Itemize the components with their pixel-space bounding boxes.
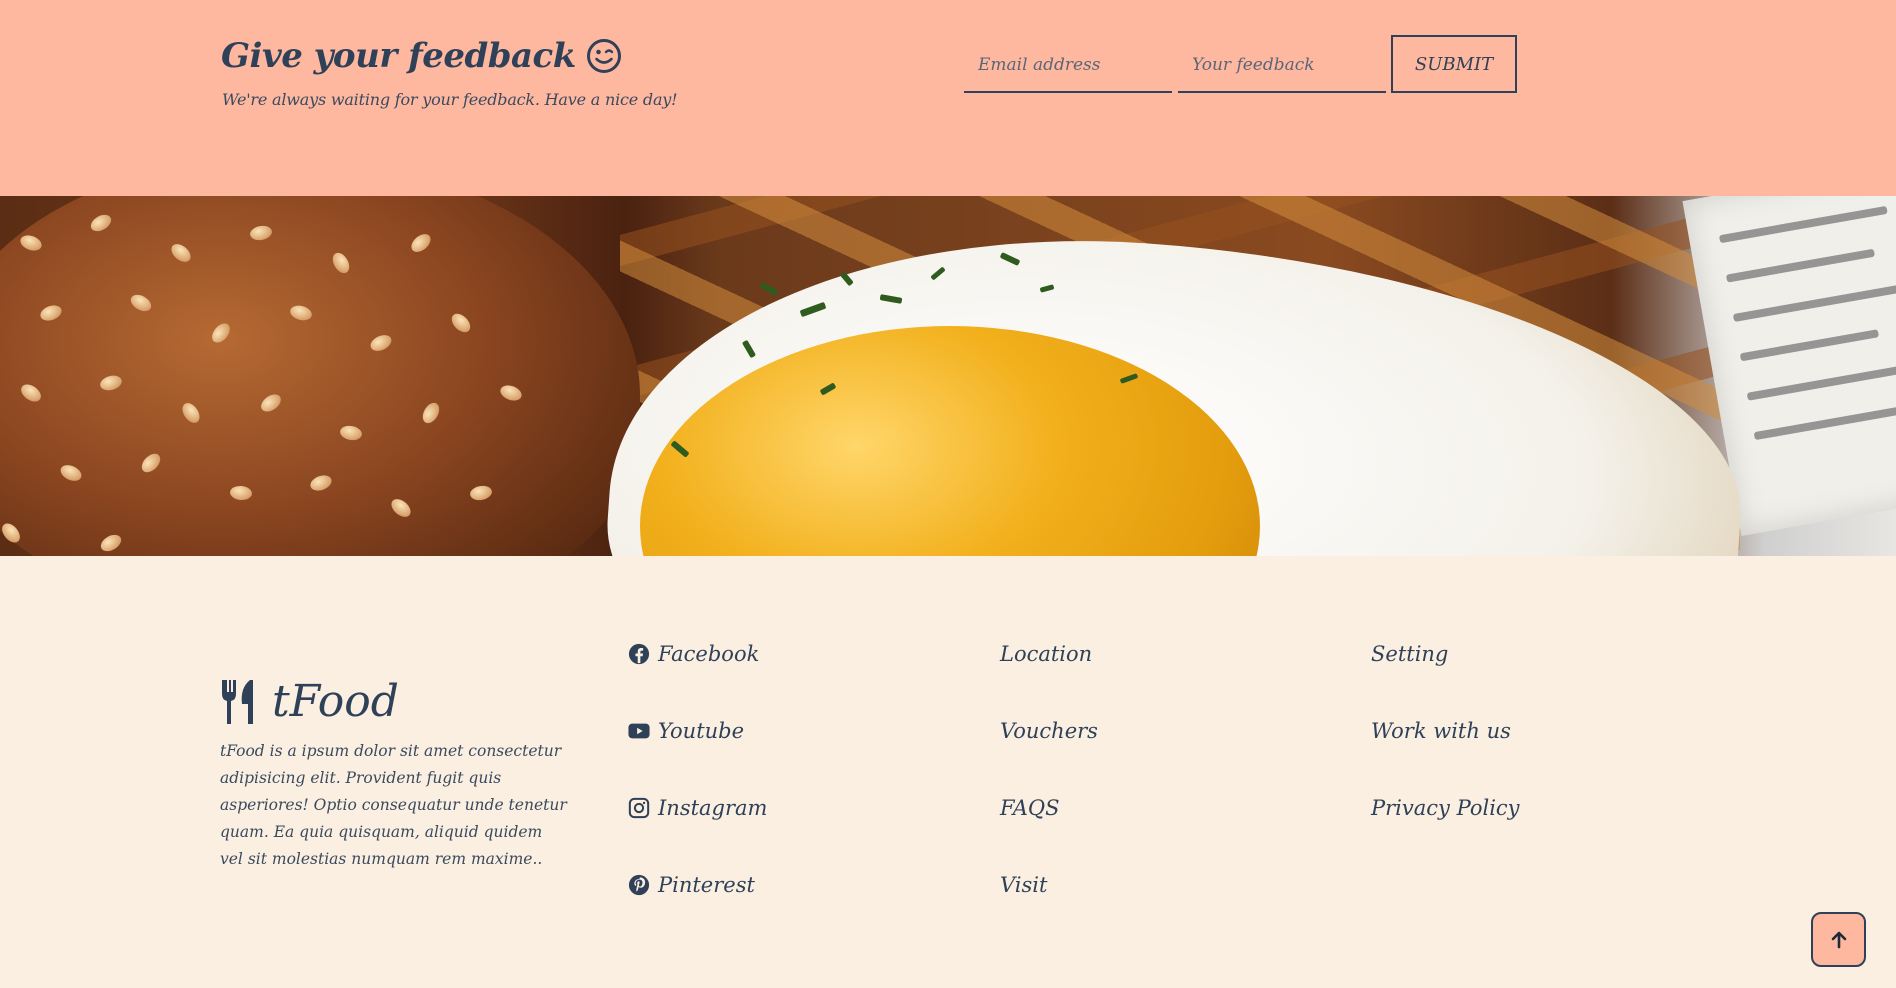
footer-brand[interactable]: tFood xyxy=(220,676,399,727)
feedback-section: Give your feedback We're always waiting … xyxy=(0,0,1896,196)
instagram-icon xyxy=(628,797,650,819)
work-with-us-link[interactable]: Work with us xyxy=(1371,719,1511,743)
feedback-title-text: Give your feedback xyxy=(221,36,576,76)
back-to-top-button[interactable] xyxy=(1811,912,1866,967)
facebook-link[interactable]: Facebook xyxy=(628,642,759,666)
faqs-link[interactable]: FAQS xyxy=(1000,796,1060,820)
instagram-link[interactable]: Instagram xyxy=(628,796,767,820)
facebook-label: Facebook xyxy=(658,642,760,666)
submit-button[interactable]: SUBMIT xyxy=(1391,35,1517,93)
utensils-icon xyxy=(222,679,253,724)
vouchers-link[interactable]: Vouchers xyxy=(1000,719,1098,743)
pinterest-link[interactable]: Pinterest xyxy=(628,873,755,897)
pinterest-label: Pinterest xyxy=(658,873,755,897)
pinterest-icon xyxy=(628,874,650,896)
feedback-field[interactable] xyxy=(1178,38,1386,93)
youtube-link[interactable]: Youtube xyxy=(628,719,744,743)
location-link[interactable]: Location xyxy=(1000,642,1092,666)
instagram-label: Instagram xyxy=(658,796,768,820)
footer-about-text: tFood is a ipsum dolor sit amet consecte… xyxy=(220,742,567,868)
email-field[interactable] xyxy=(964,38,1172,93)
privacy-policy-link[interactable]: Privacy Policy xyxy=(1371,796,1520,820)
youtube-label: Youtube xyxy=(658,719,745,743)
feedback-subtitle: We're always waiting for your feedback. … xyxy=(222,90,678,109)
hero-food-image xyxy=(0,196,1896,556)
facebook-icon xyxy=(628,643,650,665)
setting-link[interactable]: Setting xyxy=(1371,642,1448,666)
footer: tFood tFood is a ipsum dolor sit amet co… xyxy=(0,556,1896,988)
brand-name: tFood xyxy=(272,676,399,727)
wink-face-icon xyxy=(586,39,621,73)
arrow-up-icon xyxy=(1831,931,1846,948)
feedback-title: Give your feedback xyxy=(221,36,622,76)
youtube-icon xyxy=(628,723,650,739)
visit-link[interactable]: Visit xyxy=(1000,873,1047,897)
bun-graphic xyxy=(0,196,640,556)
